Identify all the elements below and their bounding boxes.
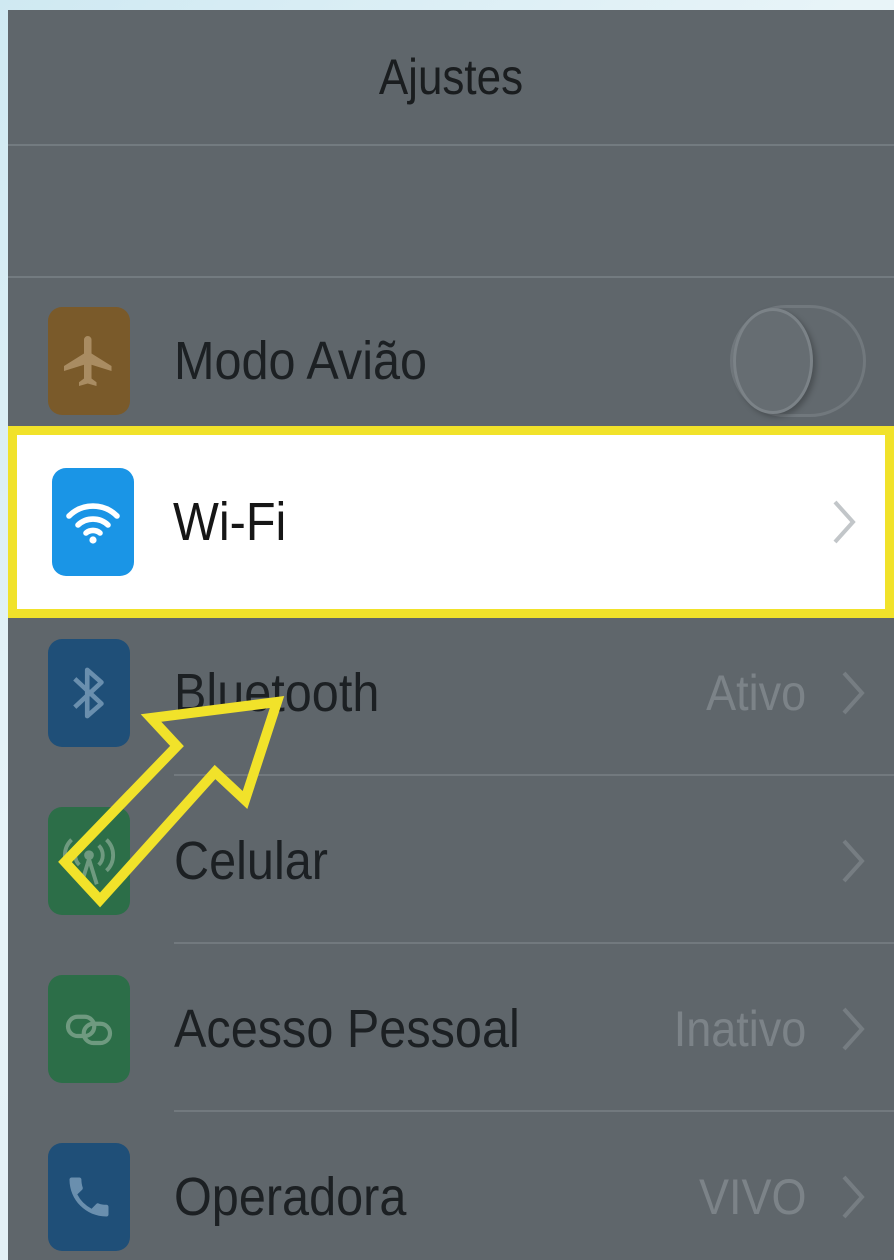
personal-hotspot-icon xyxy=(48,975,130,1083)
settings-row-label: Wi-Fi xyxy=(173,492,287,552)
settings-screen: Ajustes Modo Avião Bluetooth Ativo Celul… xyxy=(8,10,894,1260)
chevron-right-icon xyxy=(842,671,865,715)
settings-row-airplane-mode[interactable]: Modo Avião xyxy=(8,278,894,444)
chevron-right-icon xyxy=(842,839,865,883)
pointing-arrow-icon xyxy=(58,696,285,908)
settings-row-value: Inativo xyxy=(673,1001,806,1057)
settings-row-personal-hotspot[interactable]: Acesso Pessoal Inativo xyxy=(8,946,894,1112)
settings-row-carrier[interactable]: Operadora VIVO xyxy=(8,1114,894,1260)
navigation-bar: Ajustes xyxy=(8,10,894,146)
airplane-mode-toggle[interactable] xyxy=(730,305,866,417)
phone-icon xyxy=(48,1143,130,1251)
settings-row-label: Acesso Pessoal xyxy=(174,999,520,1059)
wifi-icon xyxy=(52,468,134,576)
chevron-right-icon xyxy=(833,500,856,544)
row-divider xyxy=(174,942,894,944)
toggle-knob xyxy=(733,308,813,414)
page-title: Ajustes xyxy=(378,49,524,105)
settings-row-label: Modo Avião xyxy=(174,331,428,391)
settings-row-value: Ativo xyxy=(705,665,806,721)
row-divider xyxy=(174,1110,894,1112)
airplane-icon xyxy=(48,307,130,415)
settings-row-value: VIVO xyxy=(698,1169,806,1225)
settings-row-label: Operadora xyxy=(174,1167,407,1227)
chevron-right-icon xyxy=(842,1175,865,1219)
settings-row-wifi[interactable]: Wi-Fi xyxy=(8,426,894,618)
section-spacer xyxy=(8,146,894,278)
chevron-right-icon xyxy=(842,1007,865,1051)
